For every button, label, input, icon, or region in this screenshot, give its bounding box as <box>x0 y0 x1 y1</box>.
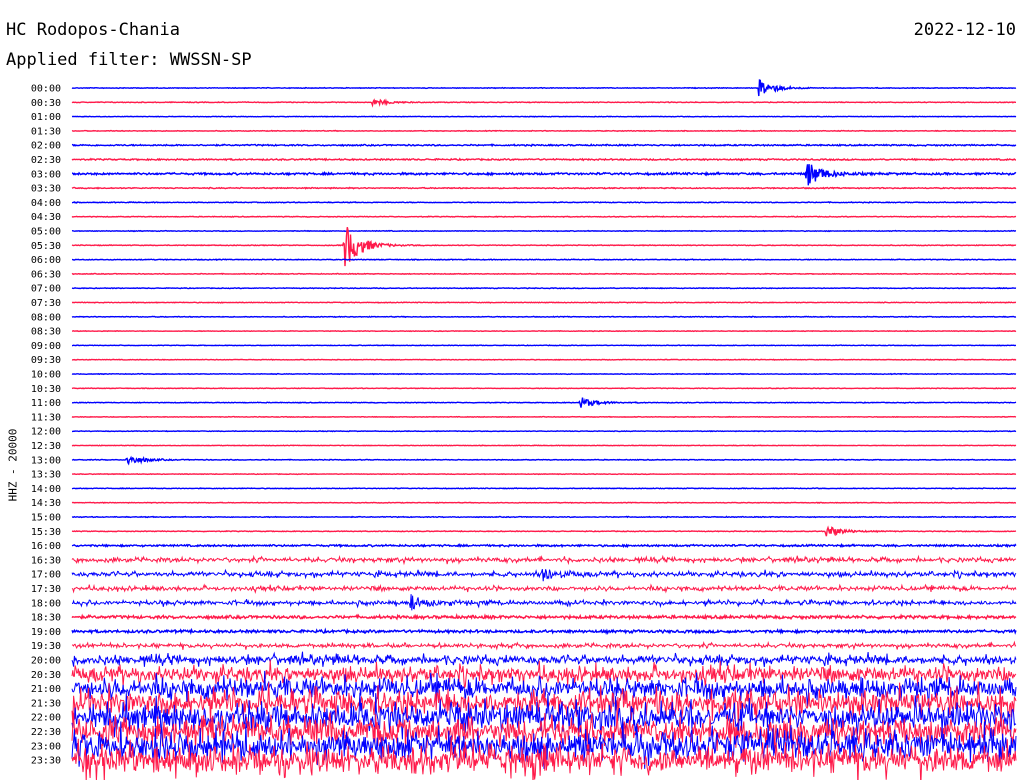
row-time-label: 05:30 <box>31 241 61 252</box>
row-time-label: 03:00 <box>31 169 61 180</box>
trace-row <box>71 272 1017 276</box>
trace-row <box>71 286 1017 290</box>
trace-row <box>71 315 1017 319</box>
row-time-label: 17:30 <box>31 584 61 595</box>
trace-row <box>71 444 1017 447</box>
trace-row <box>71 594 1017 611</box>
row-time-label: 13:00 <box>31 455 61 466</box>
trace-row <box>71 554 1017 566</box>
row-time-label: 02:30 <box>31 155 61 166</box>
trace-row <box>71 79 1017 97</box>
trace-row <box>71 186 1017 190</box>
row-time-label: 05:00 <box>31 227 61 238</box>
trace-row <box>71 613 1017 621</box>
row-time-label: 22:00 <box>31 713 61 724</box>
row-time-label: 04:30 <box>31 212 61 223</box>
row-time-label: 08:00 <box>31 312 61 323</box>
row-time-label: 19:00 <box>31 627 61 638</box>
row-time-label: 01:00 <box>31 112 61 123</box>
trace-row <box>71 515 1017 519</box>
row-time-label: 08:30 <box>31 327 61 338</box>
traces <box>71 79 1017 780</box>
row-time-label: 16:30 <box>31 555 61 566</box>
trace-row <box>71 215 1017 218</box>
trace-row <box>71 487 1017 490</box>
trace-row <box>71 157 1016 162</box>
row-time-label: 20:00 <box>31 656 61 667</box>
trace-row <box>72 258 1017 262</box>
trace-row <box>71 229 1017 233</box>
trace-row <box>71 501 1017 504</box>
row-time-label: 04:00 <box>31 198 61 209</box>
trace-row <box>71 387 1017 390</box>
row-time-label: 00:00 <box>31 84 61 95</box>
trace-row <box>71 583 1017 594</box>
row-time-label: 23:30 <box>31 756 61 767</box>
row-time-label: 19:30 <box>31 641 61 652</box>
row-time-label: 10:30 <box>31 384 61 395</box>
row-time-label: 00:30 <box>31 98 61 109</box>
row-time-label: 20:30 <box>31 670 61 681</box>
row-time-label: 13:30 <box>31 470 61 481</box>
row-time-label: 21:00 <box>31 684 61 695</box>
trace-row <box>71 129 1017 133</box>
trace-row <box>71 301 1017 304</box>
row-time-label: 09:30 <box>31 355 61 366</box>
row-time-label: 15:00 <box>31 513 61 524</box>
row-time-label: 11:00 <box>31 398 61 409</box>
row-time-label: 07:00 <box>31 284 61 295</box>
row-time-label: 12:30 <box>31 441 61 452</box>
row-time-label: 12:00 <box>31 427 61 438</box>
trace-row <box>71 415 1017 419</box>
trace-row <box>72 164 1017 186</box>
row-time-label: 10:00 <box>31 370 61 381</box>
trace-row <box>72 430 1017 433</box>
row-time-label: 15:30 <box>31 527 61 538</box>
row-time-label: 23:00 <box>31 741 61 752</box>
row-time-label: 03:30 <box>31 184 61 195</box>
row-time-label: 07:30 <box>31 298 61 309</box>
trace-row <box>71 651 1017 667</box>
trace-row <box>71 98 1016 108</box>
row-time-label: 21:30 <box>31 698 61 709</box>
trace-row <box>72 472 1017 476</box>
row-time-label: 17:00 <box>31 570 61 581</box>
trace-row <box>71 659 1017 689</box>
row-time-label: 06:00 <box>31 255 61 266</box>
row-time-label: 14:30 <box>31 498 61 509</box>
seismogram-plot: 00:00 00:30 01:00 01:30 02:00 02:30 03:00 03:30… <box>31 79 1017 780</box>
row-time-label: 06:30 <box>31 269 61 280</box>
row-time-label: 16:00 <box>31 541 61 552</box>
row-time-label: 14:00 <box>31 484 61 495</box>
trace-row <box>71 568 1017 582</box>
trace-row <box>71 143 1017 148</box>
trace-row <box>71 358 1017 361</box>
trace-row <box>71 455 1017 466</box>
trace-row <box>71 372 1017 376</box>
row-time-label: 22:30 <box>31 727 61 738</box>
trace-row <box>71 200 1017 204</box>
trace-row <box>71 397 1017 408</box>
row-time-label: 09:00 <box>31 341 61 352</box>
trace-row <box>71 525 1017 537</box>
trace-row <box>71 115 1017 118</box>
trace-row <box>71 542 1017 549</box>
row-time-label: 18:00 <box>31 598 61 609</box>
row-time-label: 01:30 <box>31 126 61 137</box>
row-labels: 00:00 00:30 01:00 01:30 02:00 02:30 03:00 03:30… <box>31 84 61 767</box>
trace-row <box>72 329 1017 333</box>
row-time-label: 18:30 <box>31 613 61 624</box>
row-time-label: 02:00 <box>31 141 61 152</box>
trace-row <box>71 627 1017 635</box>
trace-row <box>72 344 1016 347</box>
trace-row <box>71 640 1017 651</box>
row-time-label: 11:30 <box>31 412 61 423</box>
